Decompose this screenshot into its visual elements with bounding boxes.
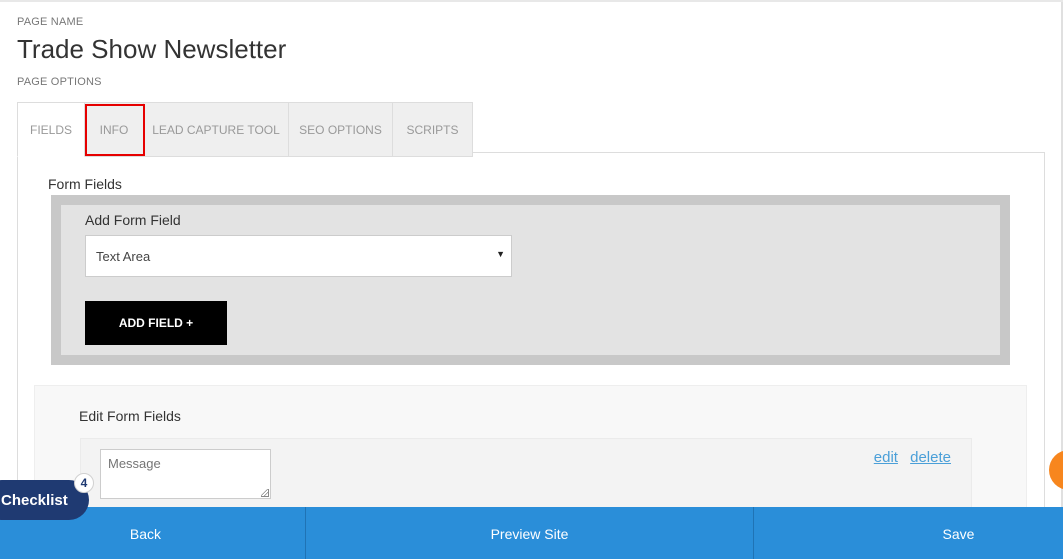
message-textarea[interactable] — [100, 449, 271, 499]
tab-info[interactable]: INFO — [85, 102, 145, 157]
preview-site-button-label: Preview Site — [490, 526, 569, 542]
help-chat-icon[interactable] — [1049, 450, 1063, 490]
add-form-field-inner: Add Form Field Text Area ▼ ADD FIELD + — [61, 205, 1000, 355]
save-button-label: Save — [942, 526, 975, 542]
delete-field-link[interactable]: delete — [910, 449, 951, 466]
page-options-label: PAGE OPTIONS — [17, 76, 102, 88]
dropdown-arrow-icon: ▼ — [496, 249, 505, 259]
form-field-row: edit delete — [80, 438, 972, 518]
checklist-label: Checklist — [1, 491, 68, 509]
add-form-field-title: Add Form Field — [85, 212, 181, 228]
edit-form-fields-section: Edit Form Fields edit delete — [34, 385, 1027, 518]
tab-seo-options-label: SEO OPTIONS — [299, 122, 382, 137]
edit-field-link[interactable]: edit — [874, 449, 898, 466]
tab-scripts-label: SCRIPTS — [406, 122, 459, 137]
page-options-tabs: FIELDS INFO LEAD CAPTURE TOOL SEO OPTION… — [17, 102, 473, 157]
tab-seo-options[interactable]: SEO OPTIONS — [289, 102, 393, 157]
tab-lead-capture-tool-label: LEAD CAPTURE TOOL — [152, 122, 280, 137]
back-button-label: Back — [129, 526, 161, 542]
tab-fields-label: FIELDS — [29, 122, 72, 137]
field-type-selected-value: Text Area — [96, 248, 151, 264]
save-button[interactable]: Save — [754, 507, 1063, 559]
preview-site-button[interactable]: Preview Site — [306, 507, 754, 559]
checklist-count-badge: 4 — [74, 473, 94, 493]
bottom-action-bar: Back Preview Site Save — [0, 507, 1063, 559]
tab-lead-capture-tool[interactable]: LEAD CAPTURE TOOL — [144, 102, 289, 157]
resize-grip-icon[interactable] — [261, 489, 269, 497]
tab-scripts[interactable]: SCRIPTS — [393, 102, 473, 157]
page-name-label: PAGE NAME — [17, 16, 84, 28]
field-row-actions: edit delete — [866, 449, 951, 466]
field-type-select[interactable]: Text Area ▼ — [85, 235, 512, 277]
tab-fields[interactable]: FIELDS — [17, 102, 85, 157]
edit-form-fields-title: Edit Form Fields — [79, 408, 181, 424]
add-field-button[interactable]: ADD FIELD + — [85, 301, 227, 345]
tab-info-label: INFO — [99, 122, 129, 137]
form-fields-title: Form Fields — [48, 176, 122, 192]
page-title: Trade Show Newsletter — [17, 34, 287, 64]
add-form-field-panel: Add Form Field Text Area ▼ ADD FIELD + — [51, 195, 1010, 365]
